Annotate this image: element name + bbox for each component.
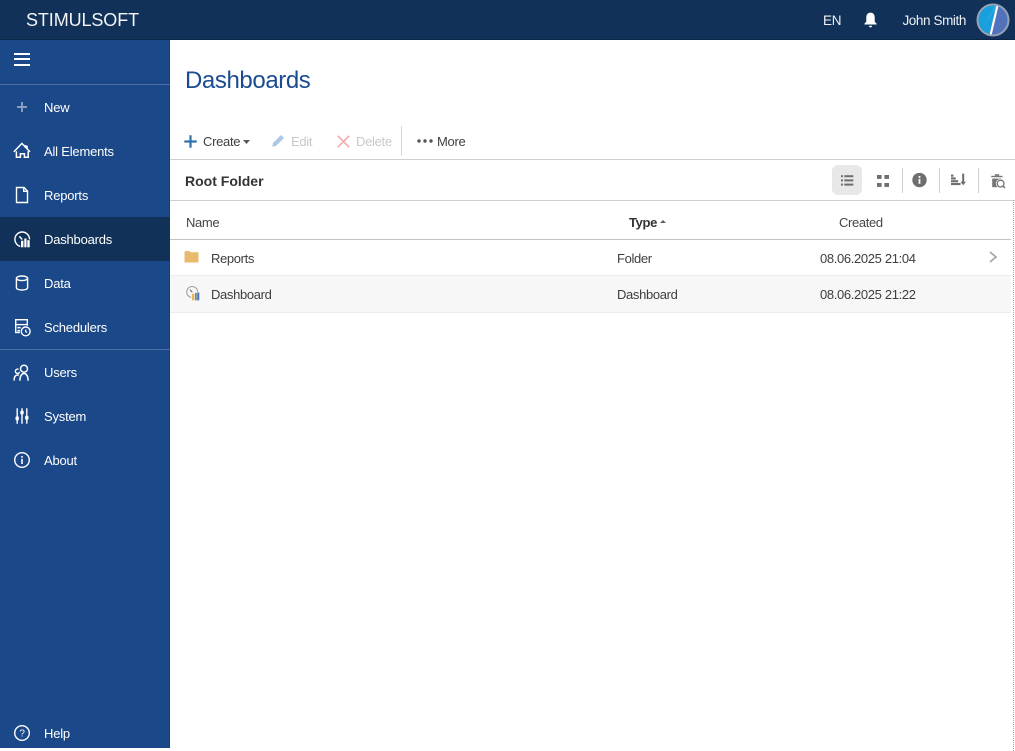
svg-text:?: ? (19, 729, 25, 740)
